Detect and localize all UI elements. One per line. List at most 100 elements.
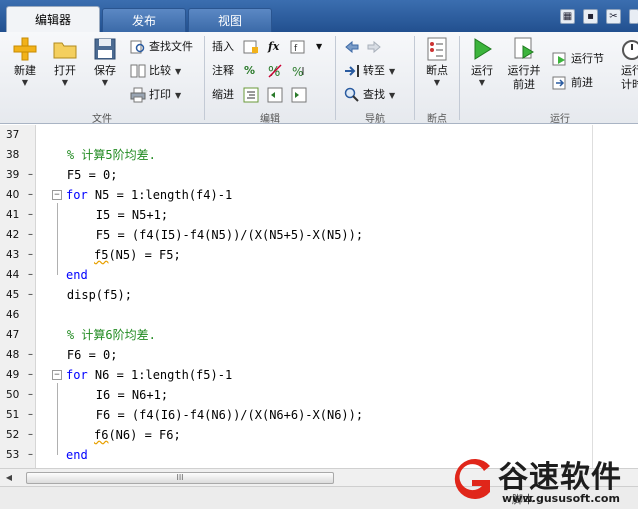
code-line[interactable]: 47 % 计算6阶均差. (0, 325, 638, 345)
increase-indent-icon[interactable] (291, 87, 307, 103)
scrollbar-thumb[interactable]: III (26, 472, 334, 484)
line-number: 47 (6, 329, 20, 341)
compare-label: 比较 (149, 64, 171, 77)
code-line[interactable]: 37 (0, 125, 638, 145)
print-label: 打印 (149, 88, 171, 101)
executable-line-marker[interactable]: – (28, 285, 36, 305)
run-and-time-button[interactable]: 运行 计时 (612, 36, 638, 92)
save-dropdown-icon[interactable]: ▼ (82, 78, 128, 88)
code-line[interactable]: 49– − for N6 = 1:length(f5)-1 (0, 365, 638, 385)
tab-editor[interactable]: 编辑器 (6, 6, 100, 32)
run-button[interactable]: 运行 ▼ (459, 36, 505, 88)
comment-button[interactable]: % (244, 62, 255, 80)
executable-line-marker[interactable]: – (28, 205, 36, 225)
executable-line-marker[interactable]: – (28, 165, 36, 185)
code-line[interactable]: 43– f5(N5) = F5; (0, 245, 638, 265)
line-number: 38 (6, 149, 20, 161)
executable-line-marker[interactable]: – (28, 365, 36, 385)
insert-section-icon[interactable] (243, 39, 259, 55)
print-button[interactable]: 打印 ▼ (130, 86, 181, 104)
print-dropdown-icon[interactable]: ▼ (175, 91, 181, 100)
gususoft-logo-icon (454, 459, 490, 499)
scroll-left-icon[interactable]: ◀ (2, 471, 16, 485)
find-dropdown-icon[interactable]: ▼ (389, 91, 395, 100)
run-dropdown-icon[interactable]: ▼ (459, 78, 505, 88)
code-text: end (66, 265, 88, 285)
code-line[interactable]: 48– F6 = 0; (0, 345, 638, 365)
fold-toggle-icon[interactable]: − (52, 370, 62, 380)
line-number: 43 (6, 249, 20, 261)
executable-line-marker[interactable]: – (28, 185, 36, 205)
advance-label: 前进 (571, 76, 593, 89)
code-line[interactable]: 42– F5 = (f4(I5)-f4(N5))/(X(N5+5)-X(N5))… (0, 225, 638, 245)
code-line[interactable]: 51– F6 = (f4(I6)-f4(N6))/(X(N6+6)-X(N6))… (0, 405, 638, 425)
code-line[interactable]: 45– disp(f5); (0, 285, 638, 305)
fold-toggle-icon[interactable]: − (52, 190, 62, 200)
smart-indent-icon[interactable] (243, 87, 259, 103)
executable-line-marker[interactable]: – (28, 225, 36, 245)
quick-access-copy-icon[interactable] (629, 9, 638, 24)
goto-arrow-icon (345, 65, 359, 77)
code-line[interactable]: 52– f6(N6) = F6; (0, 425, 638, 445)
run-section-button[interactable]: 运行节 (552, 50, 604, 68)
tab-view[interactable]: 视图 (188, 8, 272, 32)
advance-button[interactable]: 前进 (552, 74, 593, 92)
find-button[interactable]: 查找 ▼ (344, 86, 395, 104)
executable-line-marker[interactable]: – (28, 265, 36, 285)
uncomment-icon[interactable]: % (267, 63, 283, 79)
goto-dropdown-icon[interactable]: ▼ (389, 67, 395, 76)
forward-arrow-icon[interactable] (366, 39, 382, 55)
wrap-comments-icon[interactable]: % (291, 63, 307, 79)
warning-underlined-variable: f5 (94, 248, 109, 262)
code-editor[interactable]: 37 38 % 计算5阶均差. 39– F5 = 0; 40– − for N5 = 1:… (0, 125, 638, 482)
folder-icon (53, 42, 77, 59)
line-number: 49 (6, 369, 20, 381)
executable-line-marker[interactable]: – (28, 245, 36, 265)
warning-underlined-variable: f6 (94, 428, 109, 442)
executable-line-marker[interactable]: – (28, 345, 36, 365)
code-line[interactable]: 39– F5 = 0; (0, 165, 638, 185)
code-text: F5 = (f4(I5)-f4(N5))/(X(N5+5)-X(N5)); (38, 228, 364, 242)
code-line[interactable]: 50– I6 = N6+1; (0, 385, 638, 405)
code-text: % 计算6阶均差. (38, 328, 156, 342)
executable-line-marker[interactable]: – (28, 405, 36, 425)
executable-line-marker[interactable]: – (28, 385, 36, 405)
run-section-label: 运行节 (571, 52, 604, 65)
code-line[interactable]: 38 % 计算5阶均差. (0, 145, 638, 165)
quick-access-cut-icon[interactable]: ✂ (606, 9, 621, 24)
code-line[interactable]: 46 (0, 305, 638, 325)
breakpoints-dropdown-icon[interactable]: ▼ (414, 78, 460, 88)
code-line[interactable]: 40– − for N5 = 1:length(f4)-1 (0, 185, 638, 205)
code-text: for N6 = 1:length(f5)-1 (66, 365, 232, 385)
line-number: 40 (6, 189, 20, 201)
insert-function-icon[interactable]: f (290, 39, 306, 55)
code-text: I6 = N6+1; (38, 388, 169, 402)
code-text: F5 = 0; (38, 168, 118, 182)
breakpoints-button[interactable]: 断点 ▼ (414, 36, 460, 88)
find-files-button[interactable]: 查找文件 (130, 38, 193, 56)
insert-function-button[interactable]: fx (268, 38, 279, 56)
save-button[interactable]: 保存 ▼ (82, 36, 128, 88)
quick-access-save-icon[interactable]: ▪ (583, 9, 598, 24)
find-files-label: 查找文件 (149, 40, 193, 53)
compare-button[interactable]: 比较 ▼ (130, 62, 181, 80)
decrease-indent-icon[interactable] (267, 87, 283, 103)
executable-line-marker[interactable]: – (28, 445, 36, 465)
code-fragment: N6 = 1:length(f5)-1 (87, 368, 233, 382)
code-line[interactable]: 41– I5 = N5+1; (0, 205, 638, 225)
back-arrow-icon[interactable] (344, 39, 360, 55)
run-play-icon (474, 38, 492, 60)
goto-button[interactable]: 转至 ▼ (344, 62, 395, 80)
run-and-advance-button[interactable]: 运行并 前进 (502, 36, 546, 92)
group-separator (335, 36, 336, 120)
compare-dropdown-icon[interactable]: ▼ (175, 67, 181, 76)
floppy-save-icon (94, 38, 116, 60)
code-fragment: (N6) = F6; (108, 428, 181, 442)
quick-access-layout-icon[interactable]: ▦ (560, 9, 575, 24)
tab-publish[interactable]: 发布 (102, 8, 186, 32)
code-line[interactable]: 44– end (0, 265, 638, 285)
stopwatch-icon (622, 40, 638, 60)
executable-line-marker[interactable]: – (28, 425, 36, 445)
insert-dropdown-icon[interactable]: ▼ (316, 38, 322, 56)
find-files-icon (130, 40, 145, 54)
